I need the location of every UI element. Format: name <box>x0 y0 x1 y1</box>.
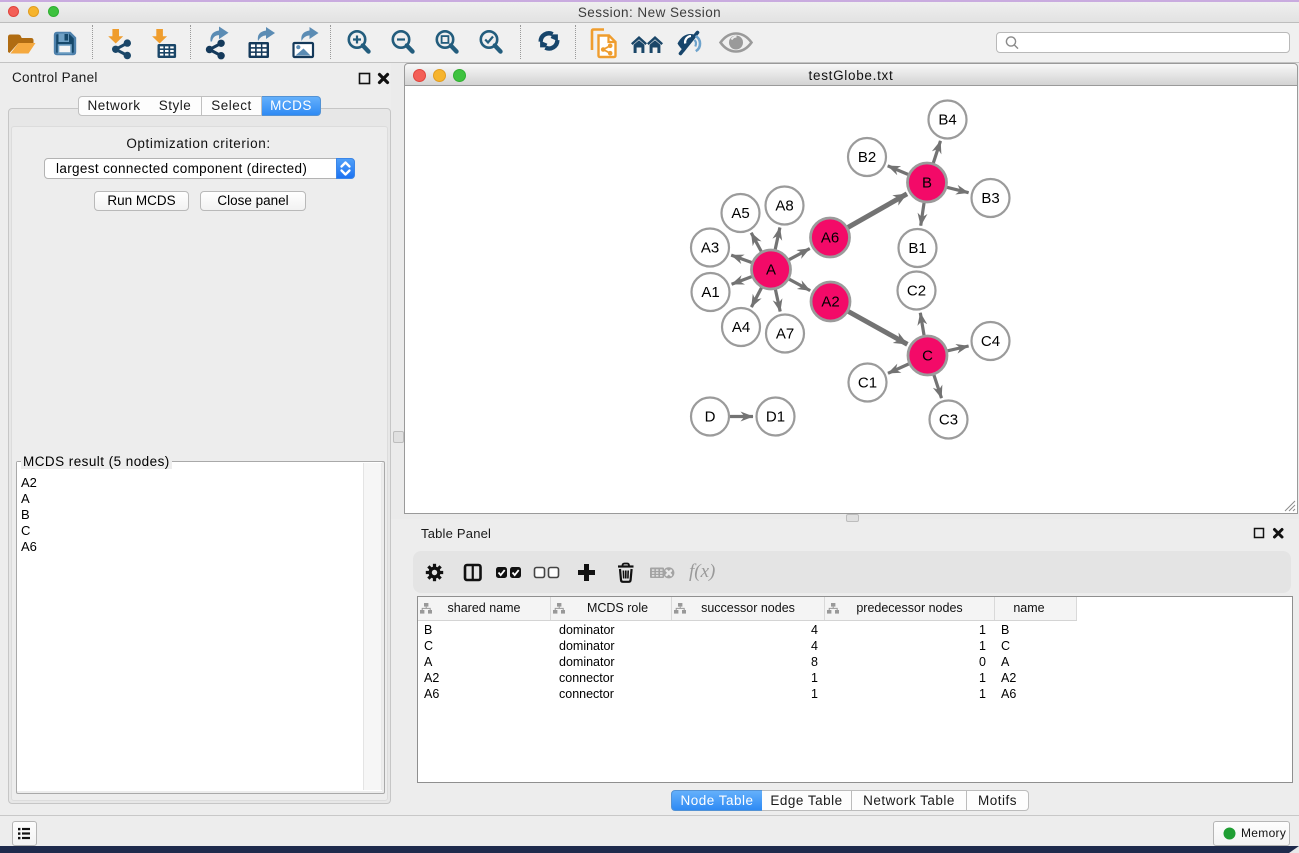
svg-text:B3: B3 <box>981 190 999 207</box>
svg-text:A7: A7 <box>776 326 794 343</box>
svg-text:C2: C2 <box>907 283 926 300</box>
svg-text:C: C <box>922 348 933 365</box>
svg-text:B4: B4 <box>938 112 956 129</box>
svg-text:A4: A4 <box>732 319 750 336</box>
svg-text:A1: A1 <box>701 284 719 301</box>
svg-text:A5: A5 <box>731 205 749 222</box>
svg-text:D1: D1 <box>766 409 785 426</box>
svg-text:C4: C4 <box>981 333 1000 350</box>
svg-text:A: A <box>766 262 776 279</box>
svg-text:A6: A6 <box>821 230 839 247</box>
svg-text:A8: A8 <box>775 198 793 215</box>
svg-text:C3: C3 <box>939 412 958 429</box>
svg-text:B2: B2 <box>858 149 876 166</box>
svg-text:B: B <box>922 175 932 192</box>
svg-text:B1: B1 <box>908 240 926 257</box>
svg-text:A3: A3 <box>701 240 719 257</box>
svg-text:C1: C1 <box>858 375 877 392</box>
svg-text:D: D <box>705 409 716 426</box>
svg-text:A2: A2 <box>821 294 839 311</box>
